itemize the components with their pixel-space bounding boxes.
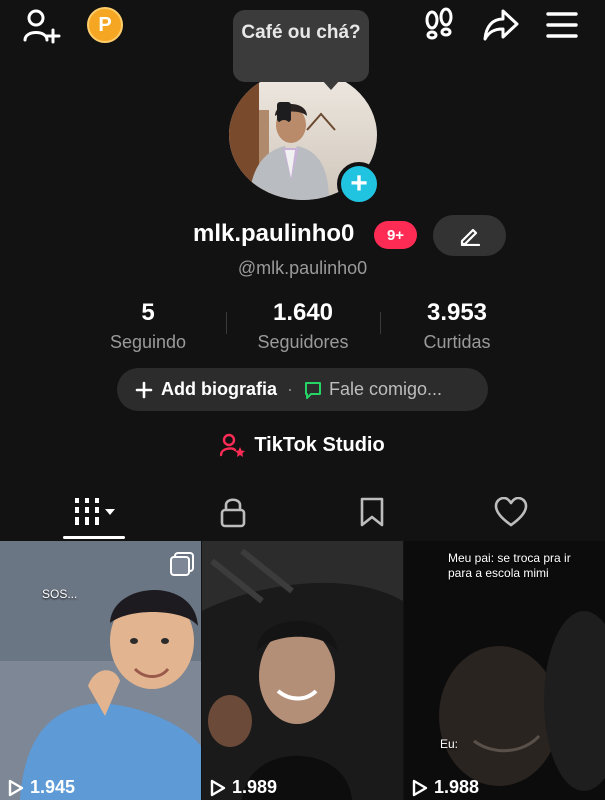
share-icon[interactable] [482,7,520,43]
thumb-caption-top: Meu pai: se troca pra ir para a escola m… [448,551,571,580]
note-bubble[interactable]: Café ou chá? [233,10,369,82]
likes-count: 3.953 [426,299,488,326]
plus-icon[interactable] [135,381,153,399]
followers-count: 1.640 [272,299,334,326]
tab-liked[interactable] [435,490,586,534]
bio-separator: · [287,379,293,399]
tab-private[interactable] [157,490,308,534]
bio-pill: Add biografia · Fale comigo... [117,368,488,411]
notification-badge[interactable]: 9+ [374,221,417,249]
lock-icon [219,496,247,528]
edit-profile-button[interactable] [433,215,506,256]
tab-videos[interactable] [20,490,171,534]
tiktok-studio-label: TikTok Studio [254,433,385,456]
following-count: 5 [141,299,155,326]
studio-person-star-icon [220,433,246,457]
view-count-value: 1.945 [30,777,76,797]
pencil-icon [459,226,481,246]
video-thumbnail[interactable]: SOS... 1.945 [0,541,201,800]
thumb-overlay-text: SOS... [42,587,78,601]
followers-label: Seguidores [257,332,349,352]
stat-following[interactable]: 5 Seguindo [73,298,223,354]
view-count: 1.988 [412,777,479,798]
thumb-caption-mid: Eu: [440,737,459,751]
view-count-value: 1.989 [232,777,278,797]
tiktok-studio-link[interactable]: TikTok Studio [0,433,605,457]
play-icon [412,779,428,796]
view-count-value: 1.988 [434,777,480,797]
tab-favorites[interactable] [296,490,447,534]
footprints-icon[interactable] [421,7,457,43]
video-thumbnail[interactable]: 1.989 [202,541,403,800]
note-bubble-tail [322,80,340,90]
heart-icon [494,497,528,527]
message-icon[interactable] [303,380,323,400]
stat-followers[interactable]: 1.640 Seguidores [228,298,378,354]
profile-handle: @mlk.paulinho0 [237,258,368,278]
view-count: 1.945 [8,777,75,798]
view-count: 1.989 [210,777,277,798]
play-icon [210,779,226,796]
coin-icon[interactable]: P [87,7,123,43]
grid-filter-icon [73,498,119,526]
stat-divider [380,312,381,334]
stat-likes[interactable]: 3.953 Curtidas [382,298,532,354]
tab-active-indicator [63,536,125,539]
play-icon [8,779,24,796]
bookmark-icon [359,497,385,527]
following-label: Seguindo [109,332,187,352]
add-bio-button[interactable]: Add biografia [161,379,277,400]
username: mlk.paulinho0 [193,220,355,247]
stat-divider [226,312,227,334]
contact-button[interactable]: Fale comigo... [329,379,442,400]
menu-icon[interactable] [545,10,579,40]
add-avatar-button[interactable]: + [337,162,381,206]
likes-label: Curtidas [423,332,491,352]
video-thumbnail[interactable]: Meu pai: se troca pra ir para a escola m… [404,541,605,800]
add-friend-icon[interactable] [22,8,62,44]
